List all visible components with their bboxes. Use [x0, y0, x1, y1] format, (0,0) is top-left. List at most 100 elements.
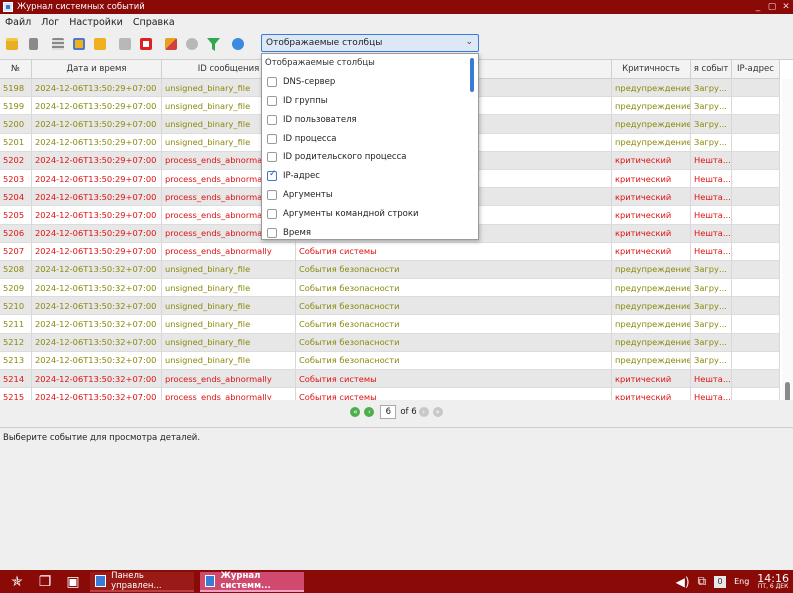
- menu-help[interactable]: Справка: [128, 17, 180, 28]
- play-icon[interactable]: [117, 36, 133, 52]
- minimize-button[interactable]: _: [751, 2, 765, 12]
- cell-datetime: 2024-12-06T13:50:32+07:00: [32, 370, 162, 388]
- cell-ip-address: [732, 260, 780, 279]
- table-row[interactable]: 5210 2024-12-06T13:50:32+07:00 unsigned_bi…: [0, 297, 780, 316]
- cell-number: 5206: [0, 224, 32, 242]
- cell-ip-address: [732, 151, 780, 169]
- menu-settings[interactable]: Настройки: [64, 17, 128, 28]
- table-row[interactable]: 5212 2024-12-06T13:50:32+07:00 unsigned_bi…: [0, 333, 780, 352]
- last-page-icon[interactable]: »: [432, 407, 443, 417]
- column-option[interactable]: ID процесса: [262, 129, 478, 148]
- columns-dropdown: Отображаемые столбцы DNS-сервер ID группы…: [261, 53, 479, 240]
- prev-page-icon[interactable]: ‹: [364, 407, 375, 417]
- column-option[interactable]: Аргументы: [262, 186, 478, 205]
- header-ip-address[interactable]: IP-адрес: [732, 60, 780, 78]
- column-checkbox[interactable]: [267, 227, 277, 238]
- cell-ip-address: [732, 188, 780, 206]
- windows-icon[interactable]: ❐: [34, 573, 56, 591]
- save-icon[interactable]: [71, 36, 87, 52]
- detail-divider[interactable]: [0, 427, 793, 428]
- cell-number: 5207: [0, 242, 32, 260]
- maximize-button[interactable]: ▢: [765, 2, 779, 12]
- table-row[interactable]: 5215 2024-12-06T13:50:32+07:00 process_end…: [0, 388, 780, 400]
- column-option[interactable]: Время: [262, 223, 478, 242]
- columns-combo[interactable]: Отображаемые столбцы ⌄: [261, 34, 479, 52]
- keyboard-layout[interactable]: Eng: [734, 577, 749, 586]
- event-log-icon: [205, 574, 216, 587]
- next-page-icon[interactable]: ›: [418, 407, 429, 417]
- close-button[interactable]: ✕: [779, 2, 793, 12]
- first-page-icon[interactable]: «: [350, 407, 361, 417]
- open-folder-icon[interactable]: [4, 36, 20, 52]
- column-checkbox[interactable]: [267, 77, 277, 88]
- cell-message-id: unsigned_binary_file: [162, 351, 296, 369]
- column-option-label: Время: [283, 227, 311, 238]
- cell-severity: предупреждение: [612, 279, 691, 297]
- export-icon[interactable]: [92, 36, 108, 52]
- cell-number: 5202: [0, 151, 32, 169]
- table-row[interactable]: 5208 2024-12-06T13:50:32+07:00 unsigned_bi…: [0, 260, 780, 280]
- document-icon[interactable]: [25, 36, 41, 52]
- table-row[interactable]: 5213 2024-12-06T13:50:32+07:00 unsigned_bi…: [0, 351, 780, 370]
- cell-source: События безопасности: [296, 315, 612, 333]
- menu-log[interactable]: Лог: [36, 17, 64, 28]
- table-row[interactable]: 5214 2024-12-06T13:50:32+07:00 process_end…: [0, 370, 780, 389]
- dropdown-header[interactable]: Отображаемые столбцы: [262, 54, 478, 73]
- column-checkbox[interactable]: [267, 114, 277, 125]
- column-option[interactable]: DNS-сервер: [262, 73, 478, 92]
- cell-severity: критический: [612, 188, 691, 206]
- file-manager-icon[interactable]: ▣: [62, 573, 84, 591]
- filter-icon[interactable]: [205, 36, 221, 52]
- header-event-type[interactable]: я событ: [691, 60, 732, 78]
- cell-ip-address: [732, 224, 780, 242]
- column-option[interactable]: IP-адрес: [262, 167, 478, 186]
- column-option[interactable]: ID группы: [262, 92, 478, 111]
- stop-icon[interactable]: [138, 36, 154, 52]
- table-row[interactable]: 5207 2024-12-06T13:50:29+07:00 process_end…: [0, 242, 780, 261]
- cell-message-id: process_ends_abnormally: [162, 370, 296, 388]
- cell-ip-address: [732, 315, 780, 333]
- task-control-panel[interactable]: Панель управлен...: [90, 571, 194, 592]
- page-input[interactable]: 6: [380, 405, 397, 419]
- cell-number: 5209: [0, 279, 32, 297]
- header-datetime[interactable]: Дата и время: [32, 60, 162, 78]
- app-icon: [3, 2, 13, 12]
- cell-severity: критический: [612, 224, 691, 242]
- volume-icon[interactable]: ◀): [676, 575, 690, 589]
- column-checkbox[interactable]: [267, 95, 277, 106]
- column-checkbox[interactable]: [267, 169, 277, 182]
- cell-severity: предупреждение: [612, 333, 691, 351]
- cell-ip-address: [732, 388, 780, 400]
- table-scrollbar[interactable]: [782, 79, 793, 400]
- task-event-log[interactable]: Журнал системм...: [200, 571, 304, 592]
- list-icon[interactable]: [50, 36, 66, 52]
- cell-severity: критический: [612, 206, 691, 224]
- table-row[interactable]: 5211 2024-12-06T13:50:32+07:00 unsigned_bi…: [0, 315, 780, 334]
- network-icon[interactable]: ⧉: [698, 574, 707, 589]
- info-icon[interactable]: [230, 36, 246, 52]
- cell-event-type: Загру...: [691, 260, 732, 279]
- cell-ip-address: [732, 169, 780, 188]
- cell-event-type: Загру...: [691, 351, 732, 369]
- menu-file[interactable]: Файл: [0, 17, 36, 28]
- header-number[interactable]: №: [0, 60, 32, 78]
- cell-datetime: 2024-12-06T13:50:32+07:00: [32, 388, 162, 400]
- column-checkbox[interactable]: [267, 189, 277, 200]
- column-checkbox[interactable]: [267, 152, 277, 163]
- clear-icon[interactable]: [163, 36, 179, 52]
- scrollbar-thumb[interactable]: [785, 382, 790, 400]
- start-menu-icon[interactable]: ✯: [6, 573, 28, 591]
- table-row[interactable]: 5209 2024-12-06T13:50:32+07:00 unsigned_bi…: [0, 279, 780, 298]
- dropdown-scrollbar[interactable]: [470, 58, 474, 92]
- column-option[interactable]: Аргументы командной строки: [262, 204, 478, 223]
- column-checkbox[interactable]: [267, 208, 277, 219]
- clock[interactable]: 14:16 ПТ, 6 ДЕК: [757, 573, 789, 590]
- system-tray: ◀) ⧉ 0 Eng 14:16 ПТ, 6 ДЕК: [676, 570, 793, 593]
- column-option[interactable]: ID родительского процесса: [262, 148, 478, 167]
- cell-event-type: Нешта...: [691, 188, 732, 206]
- notification-badge[interactable]: 0: [714, 575, 727, 588]
- column-option[interactable]: ID пользователя: [262, 110, 478, 129]
- refresh-icon[interactable]: [184, 36, 200, 52]
- header-severity[interactable]: Критичность: [612, 60, 691, 78]
- column-checkbox[interactable]: [267, 133, 277, 144]
